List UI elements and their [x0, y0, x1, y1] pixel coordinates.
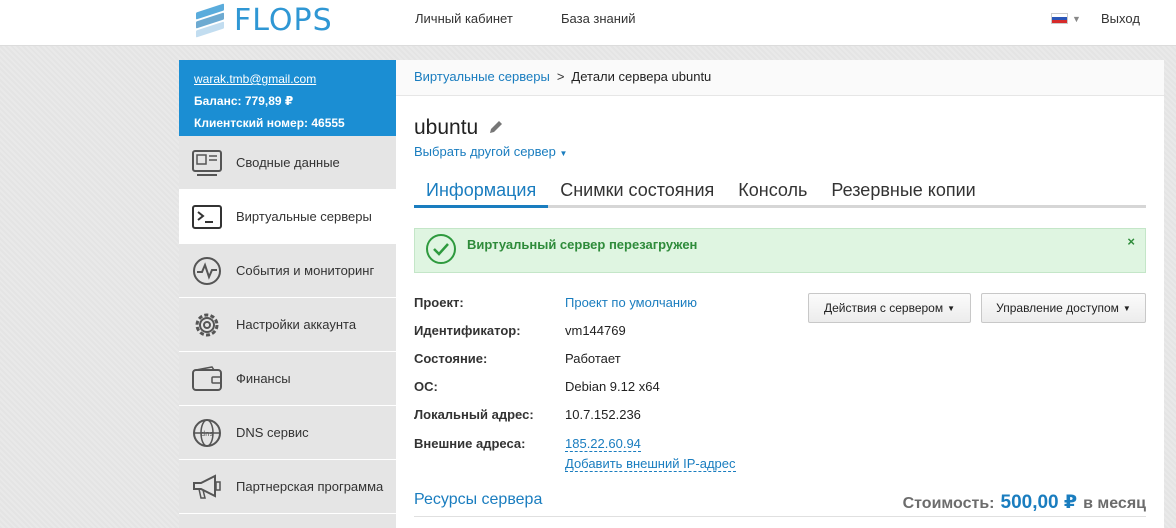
user-info: warak.tmb@gmail.com Баланс: 779,89 ₽ Кли…: [179, 60, 396, 136]
terminal-icon: [191, 201, 223, 233]
logo-text: FLOPS: [234, 2, 333, 38]
caret-down-icon: ▼: [947, 303, 956, 313]
detail-label: Идентификатор:: [414, 323, 521, 338]
sidebar-item-dns[interactable]: dns DNS сервис: [179, 406, 396, 460]
sidebar-item-virtual-servers[interactable]: Виртуальные серверы: [179, 190, 396, 244]
resources-title: Ресурсы сервера: [414, 491, 543, 508]
page-title: ubuntu: [414, 116, 479, 139]
breadcrumb-current: Детали сервера ubuntu: [571, 69, 712, 84]
close-icon[interactable]: ×: [1127, 234, 1135, 249]
sidebar-item-label: События и мониторинг: [236, 263, 375, 278]
tab-console[interactable]: Консоль: [726, 178, 819, 208]
sidebar-item-label: DNS сервис: [236, 425, 309, 440]
external-ip-link[interactable]: 185.22.60.94: [565, 436, 641, 452]
server-actions-label: Действия с сервером: [823, 301, 944, 315]
success-alert: Виртуальный сервер перезагружен ×: [414, 228, 1146, 273]
megaphone-icon: [191, 471, 223, 503]
detail-value: vm144769: [565, 323, 626, 338]
sidebar-item-summary[interactable]: Сводные данные: [179, 136, 396, 190]
globe-icon: dns: [191, 417, 223, 449]
switch-server-label: Выбрать другой сервер: [414, 144, 556, 159]
detail-value: 10.7.152.236: [565, 407, 641, 422]
detail-label: Локальный адрес:: [414, 407, 534, 422]
wallet-icon: [191, 363, 223, 395]
ru-flag-icon: [1051, 13, 1068, 24]
client-number: Клиентский номер: 46555: [194, 116, 345, 130]
caret-down-icon: ▼: [1122, 303, 1131, 313]
cost-summary: Стоимость: 500,00 ₽ в месяц: [903, 491, 1146, 514]
access-management-button[interactable]: Управление доступом ▼: [981, 293, 1146, 323]
logout-link[interactable]: Выход: [1101, 11, 1140, 26]
breadcrumb-separator: >: [556, 69, 565, 84]
detail-label: ОС:: [414, 379, 438, 394]
main-panel: Виртуальные серверы > Детали сервера ubunt…: [396, 60, 1164, 528]
sidebar-item-label: Финансы: [236, 371, 291, 386]
divider: [414, 516, 1146, 517]
access-management-label: Управление доступом: [996, 301, 1119, 315]
detail-value: Работает: [565, 351, 621, 366]
detail-label: Состояние:: [414, 351, 488, 366]
cost-label: Стоимость:: [902, 495, 995, 512]
sidebar-item-monitoring[interactable]: События и мониторинг: [179, 244, 396, 298]
svg-text:dns: dns: [201, 430, 214, 438]
alert-message: Виртуальный сервер перезагружен: [467, 236, 698, 252]
logo[interactable]: FLOPS: [194, 2, 333, 38]
tab-snapshots[interactable]: Снимки состояния: [548, 178, 726, 208]
balance: Баланс: 779,89 ₽: [194, 94, 294, 108]
detail-label: Проект:: [414, 295, 464, 310]
nav-personal-cabinet[interactable]: Личный кабинет: [415, 11, 513, 26]
caret-down-icon: ▼: [559, 149, 568, 158]
top-bar: FLOPS Личный кабинет База знаний ▼ Выход: [0, 0, 1176, 46]
user-email[interactable]: warak.tmb@gmail.com: [194, 72, 316, 86]
cost-value: 500,00 ₽: [1000, 492, 1078, 513]
sidebar-item-account-settings[interactable]: Настройки аккаунта: [179, 298, 396, 352]
nav-knowledge-base[interactable]: База знаний: [561, 11, 636, 26]
server-actions-button[interactable]: Действия с сервером ▼: [808, 293, 971, 323]
sidebar-item-partial: [179, 514, 396, 528]
add-external-ip-link[interactable]: Добавить внешний IP-адрес: [565, 456, 736, 472]
logo-icon: [194, 2, 228, 38]
sidebar-item-partner[interactable]: Партнерская программа: [179, 460, 396, 514]
sidebar-item-label: Сводные данные: [236, 155, 340, 170]
check-circle-icon: [415, 233, 467, 268]
monitoring-icon: [191, 255, 223, 287]
sidebar-item-finance[interactable]: Финансы: [179, 352, 396, 406]
switch-server-dropdown[interactable]: Выбрать другой сервер ▼: [414, 144, 567, 159]
gear-icon: [191, 309, 223, 341]
breadcrumb-virtual-servers[interactable]: Виртуальные серверы: [414, 69, 550, 84]
dashboard-icon: [191, 147, 223, 179]
tab-backups[interactable]: Резервные копии: [819, 178, 987, 208]
breadcrumb: Виртуальные серверы > Детали сервера ubunt…: [396, 60, 1164, 96]
tabs: Информация Снимки состояния Консоль Резе…: [414, 178, 1146, 208]
sidebar: warak.tmb@gmail.com Баланс: 779,89 ₽ Кли…: [179, 60, 396, 528]
detail-label: Внешние адреса:: [414, 436, 526, 451]
tab-info[interactable]: Информация: [414, 178, 549, 208]
cost-period: в месяц: [1083, 495, 1146, 512]
pencil-icon[interactable]: [488, 119, 504, 138]
sidebar-item-label: Партнерская программа: [236, 479, 384, 494]
detail-value: Debian 9.12 x64: [565, 379, 660, 394]
chevron-down-icon: ▼: [1072, 13, 1081, 24]
sidebar-item-label: Настройки аккаунта: [236, 317, 357, 332]
sidebar-item-label: Виртуальные серверы: [236, 209, 372, 224]
language-selector[interactable]: ▼: [1051, 13, 1081, 24]
project-link[interactable]: Проект по умолчанию: [565, 295, 697, 310]
